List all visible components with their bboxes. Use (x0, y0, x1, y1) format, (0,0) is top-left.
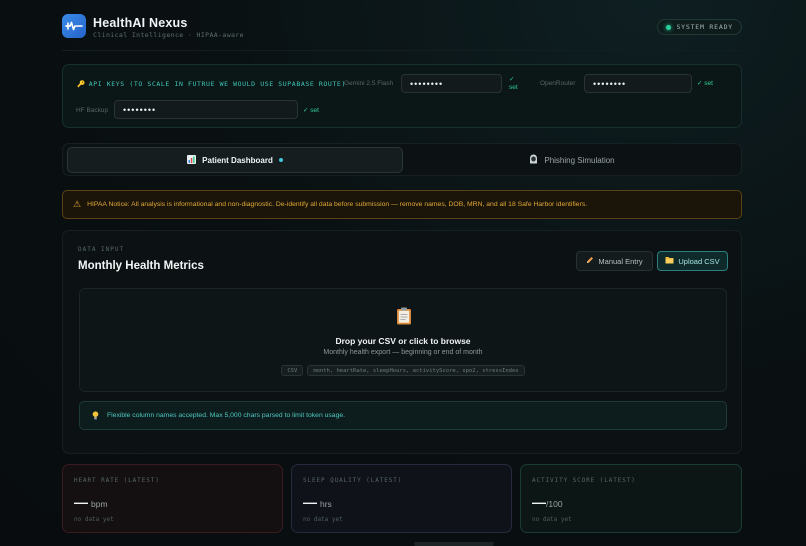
api-keys-title: 🔑 API KEYS (TO SCALE IN FUTRUE WE WOULD U… (77, 80, 346, 88)
hipaa-notice: ⚠ HIPAA Notice: All analysis is informat… (62, 190, 742, 219)
activity-score-foot: no data yet (532, 516, 572, 523)
main-tabs: Patient Dashboard Phishing Simulation (62, 143, 742, 176)
clipboard-icon (396, 307, 412, 325)
sleep-quality-number: — (303, 494, 317, 510)
manual-entry-label: Manual Entry (598, 256, 643, 266)
header-divider (62, 50, 742, 51)
app-subtitle: Clinical Intelligence · HIPAA-aware (93, 31, 244, 39)
hf-key-input[interactable]: •••••••• (114, 100, 298, 119)
heart-rate-card: HEART RATE (LATEST) — bpm no data yet (62, 464, 283, 533)
bar-chart-icon (187, 154, 197, 166)
pencil-icon (586, 256, 594, 266)
gemini-key-set-badge: ✓ set (509, 76, 518, 91)
tab-patient-dashboard-label: Patient Dashboard (202, 155, 273, 165)
tab-phishing-simulation-label: Phishing Simulation (544, 155, 615, 165)
api-keys-panel: 🔑 API KEYS (TO SCALE IN FUTRUE WE WOULD U… (62, 64, 742, 128)
activity-score-number: — (532, 494, 546, 510)
hacker-icon (529, 154, 538, 166)
key-icon: 🔑 (77, 80, 86, 88)
activity-score-card: ACTIVITY SCORE (LATEST) — /100 no data y… (520, 464, 742, 533)
sleep-quality-foot: no data yet (303, 516, 343, 523)
heart-rate-foot: no data yet (74, 516, 114, 523)
hf-key-set-badge: ✓ set (303, 107, 319, 114)
sleep-quality-label: SLEEP QUALITY (LATEST) (303, 477, 403, 484)
csv-hint: Flexible column names accepted. Max 5,00… (79, 401, 727, 430)
sleep-quality-card: SLEEP QUALITY (LATEST) — hrs no data yet (291, 464, 512, 533)
drop-zone-title: Drop your CSV or click to browse (335, 336, 471, 346)
folder-icon (665, 256, 674, 266)
heart-rate-label: HEART RATE (LATEST) (74, 477, 160, 484)
app-header: HealthAI Nexus Clinical Intelligence · H… (62, 14, 742, 42)
hipaa-notice-text: HIPAA Notice: All analysis is informatio… (87, 201, 588, 208)
manual-entry-button[interactable]: Manual Entry (576, 251, 653, 271)
app-logo (62, 14, 86, 38)
openrouter-key-set-badge: ✓ set (697, 80, 713, 87)
lightbulb-icon (92, 407, 99, 425)
heart-rate-unit: bpm (91, 499, 108, 509)
status-dot-icon (666, 24, 672, 30)
csv-format-chip: CSV (281, 365, 304, 376)
heart-rate-number: — (74, 494, 88, 510)
tab-phishing-simulation[interactable]: Phishing Simulation (405, 147, 739, 173)
csv-drop-zone[interactable]: Drop your CSV or click to browse Monthly… (79, 288, 727, 392)
activity-score-label: ACTIVITY SCORE (LATEST) (532, 477, 636, 484)
activity-score-value: — /100 (532, 495, 563, 509)
csv-hint-text: Flexible column names accepted. Max 5,00… (107, 412, 346, 419)
active-dot-icon (278, 158, 283, 162)
openrouter-key-input[interactable]: •••••••• (584, 74, 692, 93)
data-input-kicker: DATA INPUT (78, 246, 125, 253)
openrouter-key-label: OpenRouter (540, 80, 576, 87)
upload-csv-label: Upload CSV (678, 256, 720, 266)
horizontal-scrollbar[interactable] (414, 542, 494, 546)
warning-icon: ⚠ (73, 199, 82, 209)
tab-patient-dashboard[interactable]: Patient Dashboard (67, 147, 403, 173)
app-title: HealthAI Nexus (93, 16, 188, 30)
status-text: SYSTEM READY (676, 23, 733, 31)
upload-csv-button[interactable]: Upload CSV (657, 251, 728, 271)
sleep-quality-value: — hrs (303, 495, 332, 509)
sleep-quality-unit: hrs (320, 499, 332, 509)
data-input-title: Monthly Health Metrics (78, 260, 204, 272)
data-input-panel: DATA INPUT Monthly Health Metrics Manual… (62, 230, 742, 454)
drop-zone-subtitle: Monthly health export — beginning or end… (323, 349, 483, 356)
csv-format-chips: CSV month, heartRate, sleepHours, activi… (80, 365, 726, 376)
heartbeat-icon (65, 21, 83, 31)
hf-key-label: HF Backup (76, 107, 109, 114)
csv-columns-chip: month, heartRate, sleepHours, activitySc… (307, 365, 525, 376)
system-status-badge: SYSTEM READY (657, 19, 742, 35)
gemini-key-input[interactable]: •••••••• (401, 74, 502, 93)
heart-rate-value: — bpm (74, 495, 108, 509)
activity-score-unit: /100 (546, 499, 563, 509)
gemini-key-label: Gemini 2.5 Flash (344, 80, 394, 87)
